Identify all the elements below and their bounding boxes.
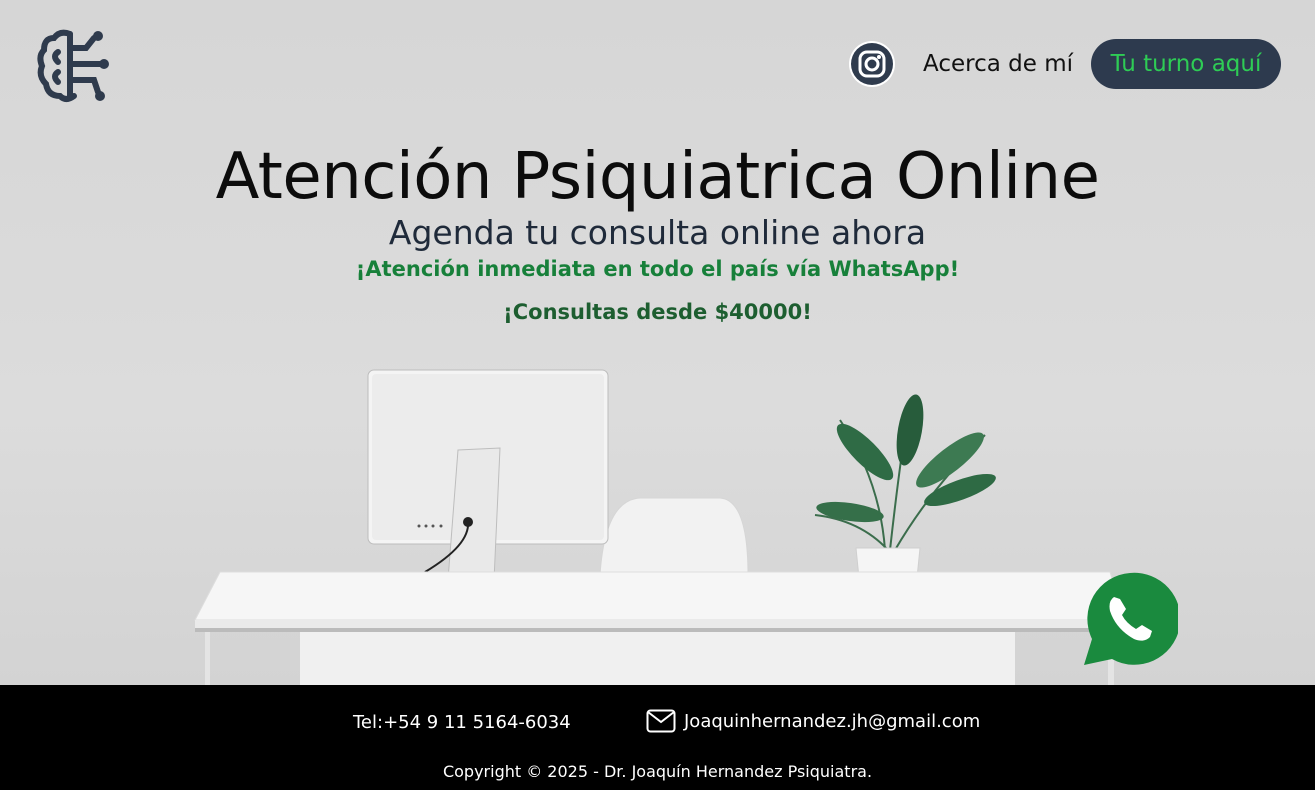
- email-address[interactable]: Joaquinhernandez.jh@gmail.com: [684, 711, 980, 732]
- hero-subtitle: Agenda tu consulta online ahora: [388, 213, 927, 252]
- hero-tagline: ¡Atención inmediata en todo el país vía …: [355, 257, 960, 281]
- phone-number[interactable]: Tel:+54 9 11 5164-6034: [353, 712, 571, 733]
- brain-circuit-icon[interactable]: [36, 26, 112, 104]
- about-link[interactable]: Acerca de mí: [923, 51, 1073, 77]
- whatsapp-icon[interactable]: [1082, 571, 1178, 667]
- copyright: Copyright © 2025 - Dr. Joaquín Hernandez…: [442, 762, 873, 781]
- instagram-link[interactable]: [849, 41, 896, 87]
- instagram-icon: [851, 43, 894, 85]
- book-appointment-button[interactable]: Tu turno aquí: [1091, 39, 1281, 89]
- top-nav: Acerca de mí Tu turno aquí: [849, 39, 1281, 89]
- footer: Tel:+54 9 11 5164-6034 Joaquinhernandez.…: [0, 685, 1315, 790]
- price-note: ¡Consultas desde $40000!: [503, 300, 812, 324]
- email-contact[interactable]: Joaquinhernandez.jh@gmail.com: [646, 709, 980, 733]
- page-title: Atención Psiquiatrica Online: [215, 140, 1100, 214]
- mail-icon: [646, 709, 676, 733]
